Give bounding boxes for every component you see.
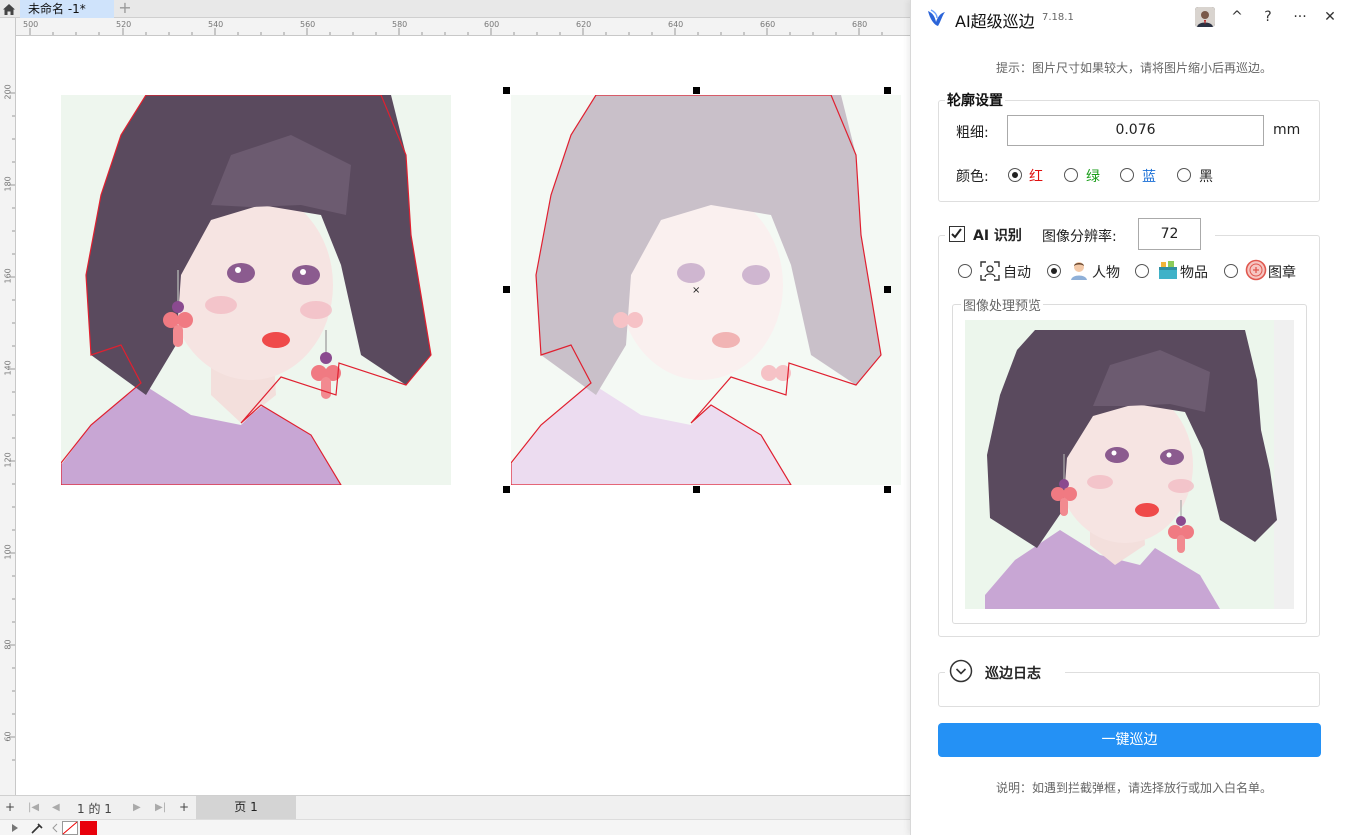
vertical-ruler[interactable]: 200 180 160 140 120 100 80 60 xyxy=(0,18,16,795)
ruler-label: 520 xyxy=(116,20,132,29)
selection-handle[interactable] xyxy=(503,286,510,293)
page-navigation-bar: + |◀ ◀ 1 的 1 ▶ ▶| + 页 1 xyxy=(0,795,910,819)
app-logo-icon xyxy=(928,9,945,26)
drawing-canvas[interactable]: × xyxy=(17,37,910,795)
log-title[interactable]: 巡边日志 xyxy=(985,663,1041,683)
eyedropper-icon[interactable] xyxy=(30,822,44,834)
horizontal-ruler[interactable]: 500 520 540 560 580 600 620 640 660 680 xyxy=(16,18,916,36)
preview-legend: 图像处理预览 xyxy=(961,295,1044,314)
add-page-button[interactable]: + xyxy=(5,800,15,814)
collapse-button[interactable]: ^ xyxy=(1225,6,1249,28)
document-tab[interactable]: 未命名 -1* xyxy=(20,0,114,18)
ai-trace-panel: AI超级巡边 7.18.1 ^ ? ··· ✕ 提示：图片尺寸如果较大，请将图片… xyxy=(910,0,1356,835)
ruler-label: 200 xyxy=(3,84,13,100)
mode-radio-person[interactable] xyxy=(1047,264,1061,278)
mode-label: 人物 xyxy=(1092,265,1120,281)
portrait-image-original[interactable] xyxy=(61,95,451,485)
selection-handle[interactable] xyxy=(884,486,891,493)
mode-label: 自动 xyxy=(1003,265,1031,281)
resolution-input[interactable]: 72 xyxy=(1138,218,1201,250)
ruler-label: 80 xyxy=(3,639,13,650)
person-icon xyxy=(1071,262,1087,280)
ruler-label: 660 xyxy=(760,20,776,29)
firewall-note: 说明：如遇到拦截弹框，请选择放行或加入白名单。 xyxy=(995,781,1272,795)
chevron-left-icon[interactable] xyxy=(50,823,60,833)
selection-handle[interactable] xyxy=(884,87,891,94)
ruler-label: 160 xyxy=(3,268,13,284)
panel-header: AI超级巡边 7.18.1 ^ ? ··· ✕ xyxy=(911,0,1356,36)
panel-title: AI超级巡边 xyxy=(955,12,1035,31)
ruler-label: 680 xyxy=(852,20,868,29)
prev-page-button[interactable]: ◀ xyxy=(52,802,60,813)
color-radio-red[interactable] xyxy=(1008,168,1022,182)
ruler-label: 600 xyxy=(484,20,500,29)
run-trace-button[interactable]: 一键巡边 xyxy=(938,723,1321,757)
first-page-button[interactable]: |◀ xyxy=(28,802,39,813)
thickness-unit: mm xyxy=(1273,122,1301,138)
next-page-button[interactable]: ▶ xyxy=(133,802,141,813)
ruler-label: 100 xyxy=(3,544,13,560)
chevron-down-icon[interactable] xyxy=(949,659,973,683)
size-hint: 提示：图片尺寸如果较大，请将图片缩小后再巡边。 xyxy=(995,61,1272,75)
page-tab[interactable]: 页 1 xyxy=(196,796,296,819)
page-indicator: 1 的 1 xyxy=(77,802,112,816)
close-button[interactable]: ✕ xyxy=(1318,6,1342,28)
mode-label: 图章 xyxy=(1268,265,1296,281)
app-window: 未命名 -1* + 500 520 540 560 580 600 620 64… xyxy=(0,0,1356,835)
mode-radio-auto[interactable] xyxy=(958,264,972,278)
resolution-label: 图像分辨率: xyxy=(1042,229,1117,245)
ruler-label: 620 xyxy=(576,20,592,29)
color-option-label: 黑 xyxy=(1199,169,1213,185)
ruler-label: 500 xyxy=(23,20,39,29)
mode-radio-object[interactable] xyxy=(1135,264,1149,278)
no-fill-swatch-icon[interactable] xyxy=(62,821,78,835)
ruler-label: 60 xyxy=(3,731,13,742)
ai-recognition-label: AI 识别 xyxy=(973,228,1022,244)
color-radio-black[interactable] xyxy=(1177,168,1191,182)
thickness-input[interactable]: 0.076 xyxy=(1007,115,1264,146)
outline-settings-legend: 轮廓设置 xyxy=(945,90,1005,110)
thickness-label: 粗细: xyxy=(956,125,989,141)
svg-text:×: × xyxy=(692,285,700,296)
status-bar xyxy=(0,819,910,835)
avatar[interactable] xyxy=(1195,7,1215,27)
ruler-label: 180 xyxy=(3,176,13,192)
ruler-label: 580 xyxy=(392,20,408,29)
more-button[interactable]: ··· xyxy=(1288,6,1312,28)
help-button[interactable]: ? xyxy=(1256,6,1280,28)
selection-handle[interactable] xyxy=(884,286,891,293)
red-swatch-icon[interactable] xyxy=(80,821,97,835)
mode-radio-stamp[interactable] xyxy=(1224,264,1238,278)
home-icon[interactable] xyxy=(0,0,18,18)
portrait-image-traced[interactable]: × xyxy=(511,95,901,485)
color-radio-green[interactable] xyxy=(1064,168,1078,182)
ruler-label: 640 xyxy=(668,20,684,29)
ruler-label: 120 xyxy=(3,452,13,468)
auto-scan-icon xyxy=(980,261,1000,281)
selection-handle[interactable] xyxy=(693,486,700,493)
preview-image xyxy=(965,320,1294,609)
color-option-label: 蓝 xyxy=(1142,169,1156,185)
preview-group xyxy=(952,304,1307,624)
last-page-button[interactable]: ▶| xyxy=(155,802,166,813)
add-page-after-button[interactable]: + xyxy=(179,800,189,814)
color-option-label: 绿 xyxy=(1086,169,1100,185)
selection-handle[interactable] xyxy=(503,486,510,493)
mode-label: 物品 xyxy=(1180,265,1208,281)
ai-recognition-checkbox[interactable] xyxy=(949,226,965,242)
ruler-label: 140 xyxy=(3,360,13,376)
color-radio-blue[interactable] xyxy=(1120,168,1134,182)
ruler-label: 540 xyxy=(208,20,224,29)
color-label: 颜色: xyxy=(956,169,989,185)
version-label: 7.18.1 xyxy=(1042,12,1074,23)
new-tab-button[interactable]: + xyxy=(116,0,134,18)
stamp-icon xyxy=(1245,259,1267,281)
object-box-icon xyxy=(1159,261,1177,279)
color-option-label: 红 xyxy=(1029,169,1043,185)
selection-handle[interactable] xyxy=(693,87,700,94)
ruler-label: 560 xyxy=(300,20,316,29)
play-icon[interactable] xyxy=(10,823,20,833)
selection-handle[interactable] xyxy=(503,87,510,94)
